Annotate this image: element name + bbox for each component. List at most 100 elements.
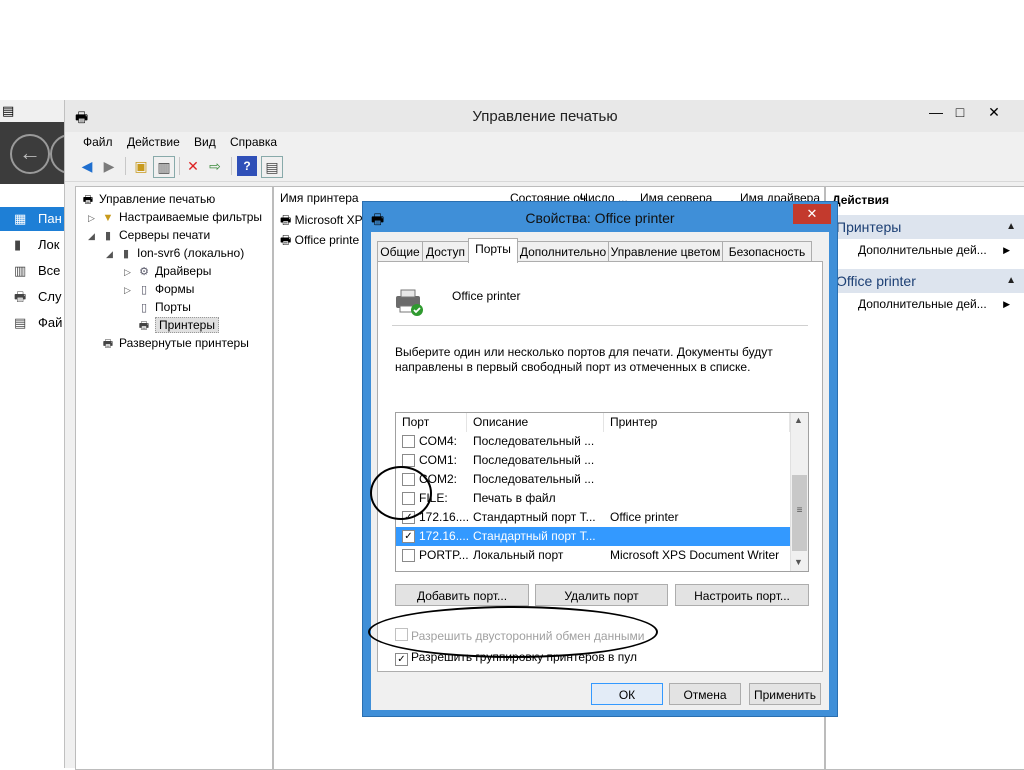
tree-item-drivers[interactable]: ▷ ⚙ Драйверы (124, 262, 211, 280)
menu-file[interactable]: Файл (83, 135, 113, 149)
port-cell-desc: Последовательный ... (473, 472, 595, 486)
port-row[interactable]: PORTP... Локальный порт Microsoft XPS Docu… (396, 546, 790, 565)
servers-icon: ▥ (14, 263, 27, 278)
submenu-arrow-icon: ▶ (1003, 245, 1010, 255)
delete-icon[interactable]: ✕ (183, 156, 203, 176)
cancel-button[interactable]: Отмена (669, 683, 741, 705)
show-hide-tree-icon[interactable]: ▥ (153, 156, 175, 178)
tree-item-deployed-printers[interactable]: 🖶 Развернутые принтеры (88, 334, 249, 352)
ports-list-scrollbar[interactable]: ▲ ≡ ▼ (790, 413, 808, 571)
port-row[interactable]: COM2: Последовательный ... (396, 470, 790, 489)
dialog-close-button[interactable]: ✕ (793, 204, 831, 224)
port-checkbox[interactable] (402, 435, 415, 448)
collapse-up-icon[interactable]: ▲ (1006, 269, 1016, 293)
port-cell-port: PORTP... (419, 548, 469, 562)
bg-nav-item[interactable]: ▤ Фай (0, 311, 66, 335)
tree-item-print-servers[interactable]: ◢ ▮ Серверы печати (88, 226, 210, 244)
column-header-printer[interactable]: Принтер (604, 413, 790, 432)
collapse-arrow-icon[interactable]: ◢ (106, 245, 118, 263)
tree-item-print-management[interactable]: 🖶 Управление печатью (80, 190, 215, 208)
port-checkbox[interactable] (402, 454, 415, 467)
ok-button[interactable]: ОК (591, 683, 663, 705)
scroll-up-icon[interactable]: ▲ (794, 415, 803, 425)
server-manager-icon: ▤ (2, 103, 15, 118)
back-icon[interactable]: ◀ (77, 156, 97, 176)
tree-item-server-ion-svr6[interactable]: ◢ ▮ Ion-svr6 (локально) (106, 244, 244, 262)
port-checkbox[interactable]: ✓ (402, 530, 415, 543)
toolbar: ◀ ▶ ▣ ▥ ✕ ⇨ ? ▤ (65, 153, 1024, 182)
port-row[interactable]: FILE: Печать в файл (396, 489, 790, 508)
actions-section-printers[interactable]: Принтеры ▲ (826, 215, 1024, 239)
tab-advanced[interactable]: Дополнительно (517, 241, 609, 262)
console-tree: 🖶 Управление печатью ▷ ▼ Настраиваемые филь… (75, 186, 273, 770)
annotation-ellipse-pooling (368, 606, 658, 658)
column-header-description[interactable]: Описание (467, 413, 604, 432)
port-row[interactable]: COM4: Последовательный ... (396, 432, 790, 451)
scroll-down-icon[interactable]: ▼ (794, 557, 803, 567)
checkbox-box[interactable]: ✓ (395, 653, 408, 666)
apply-button[interactable]: Применить (749, 683, 821, 705)
driver-icon: ⚙ (139, 266, 149, 278)
submenu-arrow-icon: ▶ (1003, 299, 1010, 309)
export-list-icon[interactable]: ⇨ (205, 156, 225, 176)
bg-nav-item[interactable]: 🖶 Слу (0, 285, 66, 309)
close-window-button[interactable]: ✕ (977, 101, 1011, 123)
actions-more-office-printer[interactable]: Дополнительные дей... ▶ (858, 294, 1018, 314)
window-titlebar: 🖶 Управление печатью — □ ✕ (65, 100, 1024, 132)
tab-color-management[interactable]: Управление цветом (608, 241, 723, 262)
column-header-port[interactable]: Порт (396, 413, 467, 432)
port-cell-desc: Стандартный порт T... (473, 529, 596, 543)
tree-item-printers[interactable]: 🖶 Принтеры (124, 316, 219, 334)
ports-description: Выберите один или несколько портов для п… (395, 345, 773, 374)
expand-arrow-icon[interactable]: ▷ (124, 263, 136, 281)
back-arrow-icon[interactable]: ← (10, 134, 50, 174)
bg-nav-item[interactable]: ▮ Лок (0, 233, 66, 257)
actions-more-printers[interactable]: Дополнительные дей... ▶ (858, 240, 1018, 260)
ports-icon: ▯ (140, 302, 148, 314)
collapse-up-icon[interactable]: ▲ (1006, 215, 1016, 239)
column-header-printer-name[interactable]: Имя принтера (280, 191, 359, 205)
port-row[interactable]: COM1: Последовательный ... (396, 451, 790, 470)
tab-security[interactable]: Безопасность (722, 241, 812, 262)
ports-list: Порт Описание Принтер COM4: Последователь… (395, 412, 809, 572)
scroll-thumb[interactable]: ≡ (792, 475, 807, 551)
show-hide-action-pane-icon[interactable]: ▤ (261, 156, 283, 178)
bg-nav-item[interactable]: ▥ Все (0, 259, 66, 283)
add-port-button[interactable]: Добавить порт... (395, 584, 529, 606)
forms-icon: ▯ (140, 284, 148, 296)
port-row[interactable]: ✓ 172.16.... Стандартный порт T... (396, 527, 790, 546)
port-checkbox[interactable] (402, 549, 415, 562)
configure-port-button[interactable]: Настроить порт... (675, 584, 809, 606)
dialog-title: Свойства: Office printer (525, 210, 675, 226)
port-row[interactable]: ✓ 172.16.... Стандартный порт T... Office p… (396, 508, 790, 527)
up-folder-icon[interactable]: ▣ (131, 156, 151, 176)
server-icon: ▮ (122, 248, 130, 260)
port-cell-printer: Office printer (610, 510, 679, 524)
port-cell-desc: Последовательный ... (473, 453, 595, 467)
expand-arrow-icon[interactable]: ▷ (124, 281, 136, 299)
tab-sharing[interactable]: Доступ (422, 241, 469, 262)
actions-section-office-printer[interactable]: Office printer ▲ (826, 269, 1024, 293)
tree-item-custom-filters[interactable]: ▷ ▼ Настраиваемые фильтры (88, 208, 262, 226)
tab-general[interactable]: Общие (377, 241, 423, 262)
printer-icon: 🖶 (280, 233, 292, 247)
bg-nav-item[interactable]: ▦ Пан (0, 207, 66, 231)
tree-item-ports[interactable]: ▯ Порты (124, 298, 191, 316)
expand-arrow-icon[interactable]: ▷ (88, 209, 100, 227)
menu-help[interactable]: Справка (230, 135, 277, 149)
filter-folder-icon: ▼ (102, 212, 114, 224)
menu-bar: Файл Действие Вид Справка (65, 132, 1024, 152)
list-row-printer[interactable]: 🖶 Office printe (280, 231, 359, 252)
tree-item-forms[interactable]: ▷ ▯ Формы (124, 280, 194, 298)
forward-icon[interactable]: ▶ (99, 156, 119, 176)
maximize-button[interactable]: □ (943, 101, 977, 123)
menu-action[interactable]: Действие (127, 135, 180, 149)
server-icon: ▮ (104, 230, 112, 242)
help-icon[interactable]: ? (237, 156, 257, 176)
menu-view[interactable]: Вид (194, 135, 216, 149)
collapse-arrow-icon[interactable]: ◢ (88, 227, 100, 245)
port-cell-port: 172.16.... (419, 529, 470, 543)
delete-port-button[interactable]: Удалить порт (535, 584, 668, 606)
tab-ports[interactable]: Порты (468, 238, 518, 263)
list-row-printer[interactable]: 🖶 Microsoft XP (280, 211, 363, 232)
